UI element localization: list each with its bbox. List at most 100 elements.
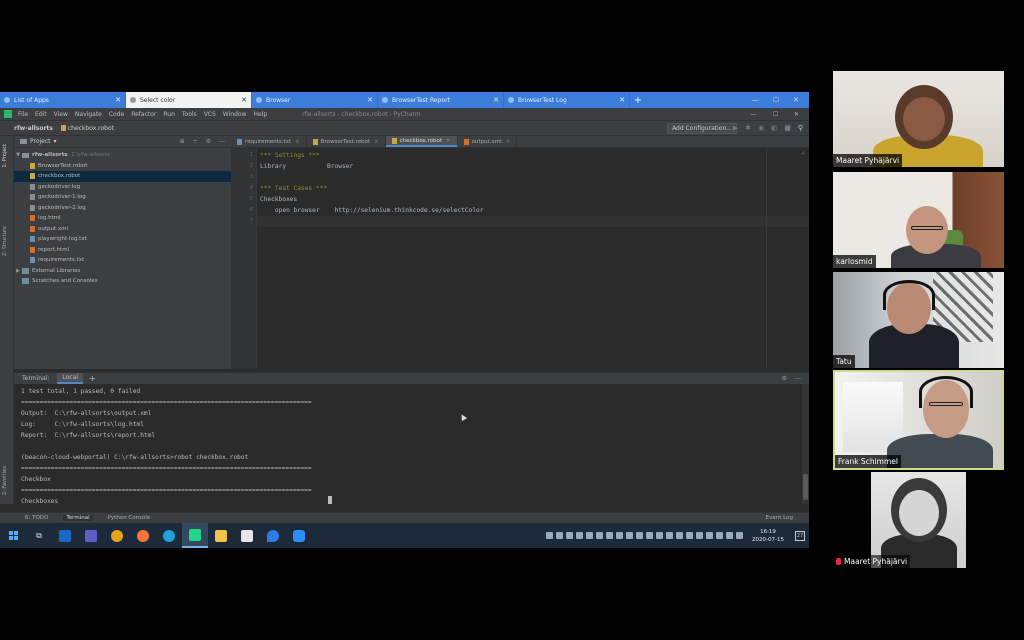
maximize-icon[interactable]: ☐ — [773, 96, 779, 104]
tree-file[interactable]: report.html — [14, 245, 231, 256]
participant-tile[interactable]: Maaret Pyhäjärvi — [833, 472, 1004, 568]
debug-icon[interactable]: ✱ — [745, 124, 751, 132]
tray-app-icon[interactable] — [676, 532, 684, 539]
tray-app-icon[interactable] — [576, 532, 584, 539]
browser-tab-select-color[interactable]: Select color ✕ — [126, 92, 252, 108]
stop-icon[interactable]: ■ — [784, 124, 791, 132]
tree-external-libraries[interactable]: ▶ External Libraries — [14, 266, 231, 277]
tree-file[interactable]: requirements.txt — [14, 255, 231, 266]
start-windows-icon[interactable] — [0, 523, 26, 548]
close-window-icon[interactable]: ✕ — [794, 111, 799, 118]
maps-icon[interactable] — [260, 523, 286, 548]
menu-help[interactable]: Help — [253, 111, 267, 118]
tray-app-icon[interactable] — [636, 532, 644, 539]
firefox-icon[interactable] — [130, 523, 156, 548]
close-icon[interactable]: ✕ — [115, 96, 121, 104]
project-panel-title[interactable]: Project — [30, 138, 51, 145]
action-center-icon[interactable]: 27 — [795, 530, 805, 541]
collapse-all-icon[interactable]: ÷ — [193, 138, 198, 145]
tray-app-icon[interactable] — [706, 532, 714, 539]
browser-tab-browsertest-log[interactable]: BrowserTest Log ✕ — [504, 92, 630, 108]
file-explorer-icon[interactable] — [208, 523, 234, 548]
menu-tools[interactable]: Tools — [182, 111, 197, 118]
participant-tile-active-speaker[interactable]: Frank Schimmel — [833, 370, 1004, 470]
menu-navigate[interactable]: Navigate — [75, 111, 102, 118]
close-icon[interactable]: × — [295, 139, 300, 145]
hide-icon[interactable]: — — [219, 138, 225, 145]
tray-app-icon[interactable] — [666, 532, 674, 539]
terminal-scrollbar[interactable] — [802, 384, 809, 504]
menu-file[interactable]: File — [18, 111, 28, 118]
code-editor[interactable]: *** Settings *** Library Browser *** Tes… — [257, 148, 809, 369]
close-window-icon[interactable]: ✕ — [793, 96, 799, 104]
code-line[interactable]: *** Settings *** — [257, 150, 809, 161]
menu-run[interactable]: Run — [163, 111, 175, 118]
edge-icon[interactable] — [156, 523, 182, 548]
participant-tile[interactable]: Tatu — [833, 272, 1004, 368]
tree-file[interactable]: log.html — [14, 213, 231, 224]
browser-tab-browsertest-report[interactable]: BrowserTest Report ✕ — [378, 92, 504, 108]
terminal-output[interactable]: 1 test total, 1 passed, 0 failed =======… — [14, 384, 802, 505]
tree-file[interactable]: geckodriver.log — [14, 182, 231, 193]
tree-file[interactable]: BrowserTest.robot — [14, 161, 231, 172]
menu-view[interactable]: View — [54, 111, 68, 118]
tool-terminal[interactable]: Terminal — [63, 515, 93, 521]
tray-app-icon[interactable] — [686, 532, 694, 539]
tree-file-selected[interactable]: checkbox.robot — [14, 171, 231, 182]
teams-icon[interactable] — [78, 523, 104, 548]
close-icon[interactable]: × — [506, 139, 511, 145]
tray-app-icon[interactable] — [546, 532, 554, 539]
code-line[interactable]: *** Test Cases *** — [257, 183, 809, 194]
search-icon[interactable]: ⚲ — [798, 124, 803, 132]
minimize-icon[interactable]: — — [751, 111, 757, 118]
tree-file[interactable]: geckodriver-2.log — [14, 203, 231, 214]
browser-tab-list-of-apps[interactable]: List of Apps ✕ — [0, 92, 126, 108]
breadcrumb-file[interactable]: checkbox.robot — [60, 124, 114, 132]
new-tab-plus-icon[interactable]: + — [630, 92, 646, 108]
wifi-icon[interactable] — [726, 532, 734, 539]
tray-app-icon[interactable] — [606, 532, 614, 539]
close-icon[interactable]: × — [374, 139, 379, 145]
tree-file[interactable]: playwright-log.txt — [14, 234, 231, 245]
hide-icon[interactable]: — — [795, 375, 801, 382]
event-log-button[interactable]: Event Log — [766, 515, 793, 521]
locate-icon[interactable]: ⊕ — [180, 138, 185, 145]
run-icon[interactable]: ▶ — [733, 124, 738, 132]
menu-refactor[interactable]: Refactor — [131, 111, 156, 118]
tray-app-icon[interactable] — [596, 532, 604, 539]
participant-tile[interactable]: Maaret Pyhäjärvi — [833, 71, 1004, 167]
tray-app-icon[interactable] — [716, 532, 724, 539]
profile-icon[interactable]: ◐ — [771, 124, 777, 132]
menu-window[interactable]: Window — [223, 111, 247, 118]
tray-app-icon[interactable] — [696, 532, 704, 539]
volume-icon[interactable] — [736, 532, 744, 539]
gear-icon[interactable]: ⚙ — [782, 375, 787, 382]
tray-app-icon[interactable] — [656, 532, 664, 539]
code-line[interactable] — [257, 172, 809, 183]
browser-tab-browser[interactable]: Browser ✕ — [252, 92, 378, 108]
scrollbar-thumb[interactable] — [803, 474, 808, 500]
tree-root-folder[interactable]: ▼ rfw-allsorts C:\rfw-allsorts — [14, 150, 231, 161]
code-line[interactable]: Checkboxes — [257, 194, 809, 205]
breadcrumb-project[interactable]: rfw-allsorts — [14, 125, 53, 132]
participant-tile[interactable]: karlosmid — [833, 172, 1004, 268]
tree-scratches[interactable]: Scratches and Consoles — [14, 276, 231, 287]
editor-tab-checkbox[interactable]: checkbox.robot × — [385, 136, 458, 147]
tool-python-console[interactable]: Python Console — [105, 515, 154, 521]
tree-file[interactable]: output.xml — [14, 224, 231, 235]
editor-tab-requirements[interactable]: requirements.txt × — [231, 136, 307, 147]
tray-app-icon[interactable] — [556, 532, 564, 539]
tray-app-icon[interactable] — [566, 532, 574, 539]
editor-tab-output[interactable]: output.xml × — [458, 136, 518, 147]
tray-app-icon[interactable] — [646, 532, 654, 539]
zoom-icon[interactable] — [286, 523, 312, 548]
coverage-icon[interactable]: ◉ — [758, 124, 764, 132]
new-terminal-plus-icon[interactable]: + — [89, 374, 96, 383]
editor-tab-browsertest[interactable]: BrowserTest.robot × — [307, 136, 386, 147]
tool-todo[interactable]: 6: TODO — [22, 515, 51, 521]
code-line[interactable]: Library Browser — [257, 161, 809, 172]
close-icon[interactable]: ✕ — [367, 96, 373, 104]
structure-tool-button[interactable]: Z: Structure — [2, 226, 8, 256]
code-line[interactable]: open browser http://selenium.thinkcode.s… — [257, 205, 809, 216]
chrome-icon[interactable] — [104, 523, 130, 548]
